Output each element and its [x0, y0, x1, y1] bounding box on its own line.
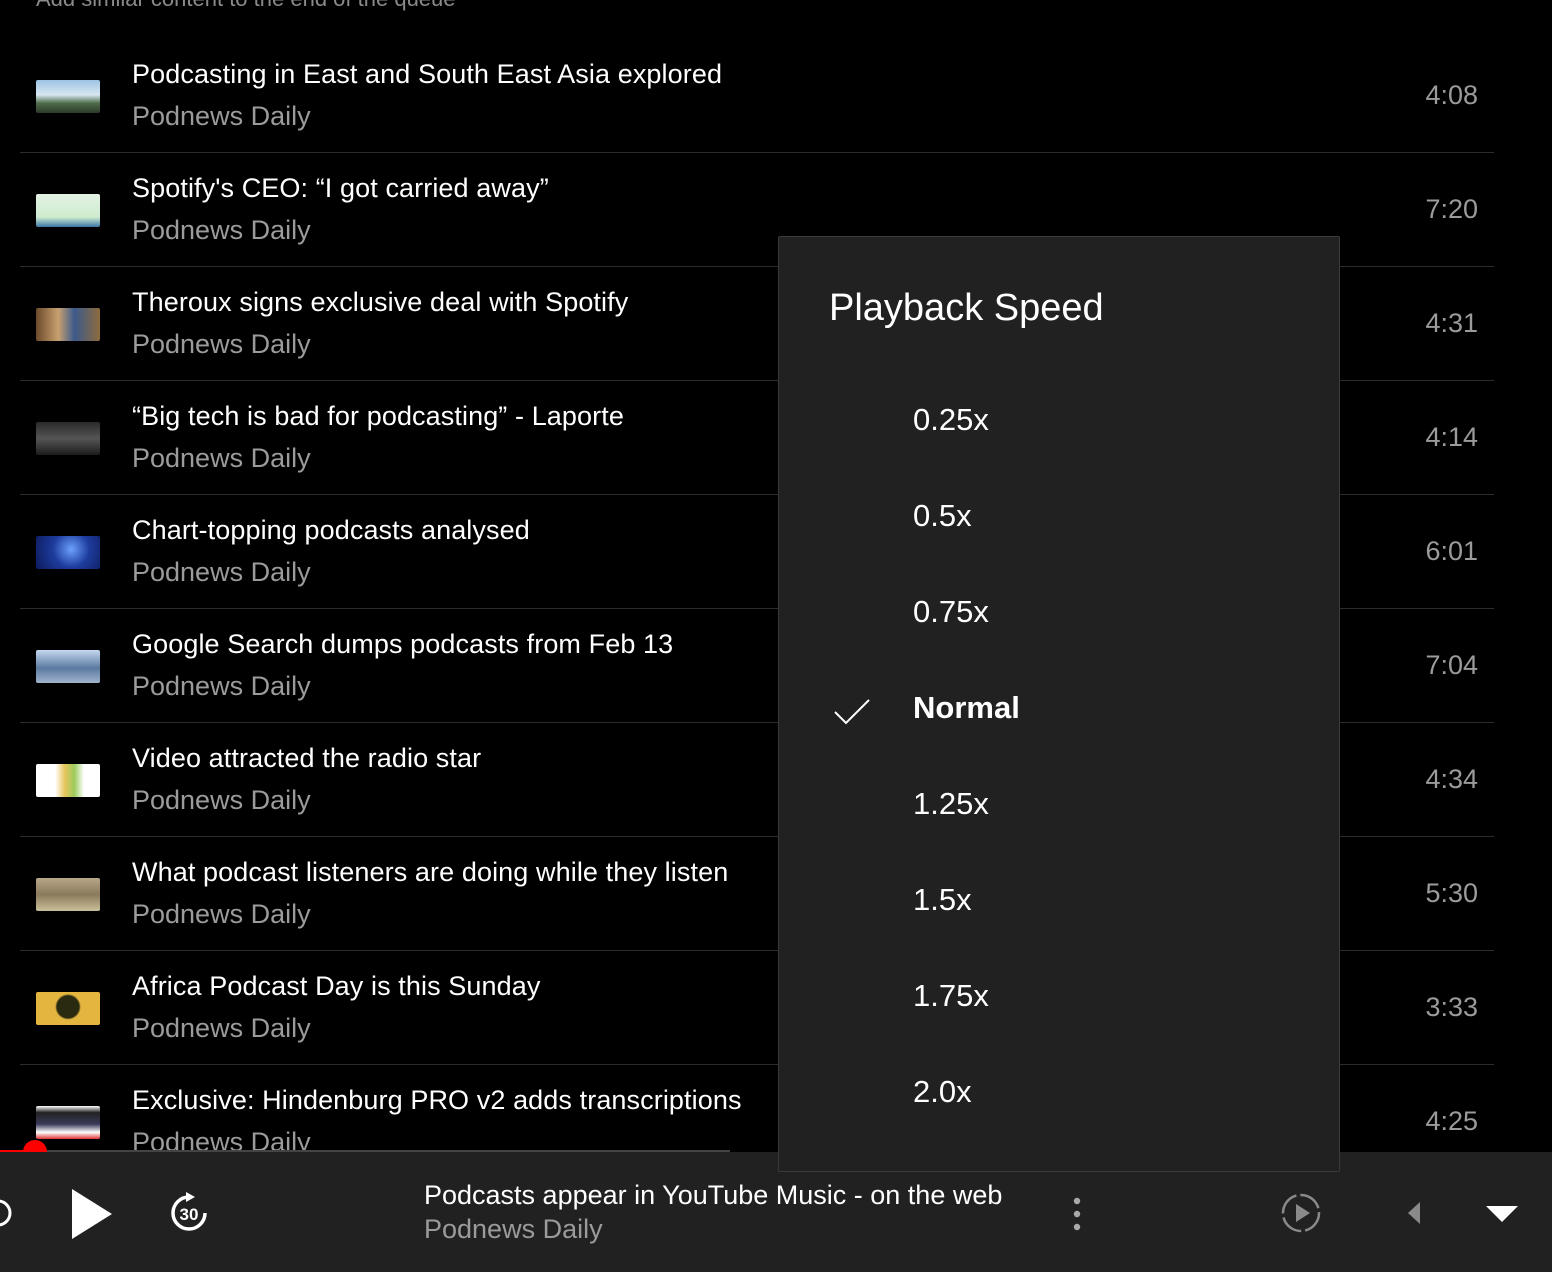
checkmark-icon [833, 698, 871, 731]
playback-speed-menu: Playback Speed 0.25x 0.5x 0.75x Normal 1.25x… [778, 236, 1340, 1172]
episode-duration: 4:08 [1425, 80, 1478, 110]
speed-option[interactable]: 0.5x [779, 468, 1339, 564]
speed-option-label: 0.25x [913, 402, 989, 437]
episode-thumbnail[interactable] [36, 992, 100, 1025]
episode-title[interactable]: Africa Podcast Day is this Sunday [132, 971, 540, 1002]
episode-title[interactable]: Theroux signs exclusive deal with Spotif… [132, 287, 628, 318]
episode-duration: 7:20 [1425, 194, 1478, 224]
episode-artist[interactable]: Podnews Daily [132, 557, 311, 588]
episode-title[interactable]: Chart-topping podcasts analysed [132, 515, 530, 546]
episode-artist[interactable]: Podnews Daily [132, 329, 311, 360]
playback-speed-title: Playback Speed [829, 287, 1104, 329]
now-playing-title[interactable]: Podcasts appear in YouTube Music - on th… [424, 1180, 1002, 1211]
episode-title[interactable]: Google Search dumps podcasts from Feb 13 [132, 629, 673, 660]
episode-title[interactable]: Exclusive: Hindenburg PRO v2 adds transc… [132, 1085, 742, 1116]
episode-artist[interactable]: Podnews Daily [132, 101, 311, 132]
episode-duration: 5:30 [1425, 878, 1478, 908]
prev-icon[interactable] [1406, 1200, 1422, 1231]
collapse-icon[interactable] [1484, 1204, 1520, 1229]
episode-thumbnail[interactable] [36, 536, 100, 569]
speed-option-label: 1.5x [913, 882, 972, 917]
episode-title[interactable]: Podcasting in East and South East Asia e… [132, 59, 722, 90]
queue-row[interactable]: Podcasting in East and South East Asia e… [20, 39, 1494, 153]
speed-option[interactable]: 1.5x [779, 852, 1339, 948]
episode-artist[interactable]: Podnews Daily [132, 215, 311, 246]
episode-thumbnail[interactable] [36, 1106, 100, 1139]
episode-artist[interactable]: Podnews Daily [132, 671, 311, 702]
speed-option[interactable]: 1.75x [779, 948, 1339, 1044]
speed-option[interactable]: 1.25x [779, 756, 1339, 852]
episode-artist[interactable]: Podnews Daily [132, 899, 311, 930]
more-vert-icon[interactable] [1070, 1196, 1084, 1237]
episode-title[interactable]: Video attracted the radio star [132, 743, 481, 774]
speed-option-label: 1.75x [913, 978, 989, 1013]
episode-duration: 4:14 [1425, 422, 1478, 452]
speed-option-label: 1.25x [913, 786, 989, 821]
autoplay-icon[interactable] [1280, 1192, 1322, 1239]
episode-thumbnail[interactable] [36, 764, 100, 797]
episode-duration: 4:31 [1425, 308, 1478, 338]
episode-duration: 3:33 [1425, 992, 1478, 1022]
speed-option-label: Normal [913, 690, 1020, 725]
episode-artist[interactable]: Podnews Daily [132, 785, 311, 816]
forward-30-icon[interactable]: 30 [168, 1192, 210, 1239]
forward-30-label: 30 [180, 1205, 199, 1224]
speed-option-label: 0.75x [913, 594, 989, 629]
replay-icon[interactable] [0, 1197, 16, 1234]
episode-title[interactable]: Spotify's CEO: “I got carried away” [132, 173, 549, 204]
episode-title[interactable]: “Big tech is bad for podcasting” - Lapor… [132, 401, 624, 432]
episode-artist[interactable]: Podnews Daily [132, 443, 311, 474]
episode-duration: 4:34 [1425, 764, 1478, 794]
episode-artist[interactable]: Podnews Daily [132, 1013, 311, 1044]
now-playing-artist[interactable]: Podnews Daily [424, 1214, 603, 1245]
speed-option-label: 2.0x [913, 1074, 972, 1109]
speed-option[interactable]: 2.0x [779, 1044, 1339, 1140]
episode-thumbnail[interactable] [36, 422, 100, 455]
queue-header-text: Add similar content to the end of the qu… [36, 0, 456, 12]
episode-title[interactable]: What podcast listeners are doing while t… [132, 857, 728, 888]
episode-duration: 4:25 [1425, 1106, 1478, 1136]
episode-thumbnail[interactable] [36, 80, 100, 113]
play-icon[interactable] [70, 1187, 114, 1246]
speed-option[interactable]: 0.25x [779, 372, 1339, 468]
episode-thumbnail[interactable] [36, 308, 100, 341]
speed-option[interactable]: Normal [779, 660, 1339, 756]
episode-thumbnail[interactable] [36, 650, 100, 683]
episode-duration: 7:04 [1425, 650, 1478, 680]
episode-thumbnail[interactable] [36, 194, 100, 227]
episode-duration: 6:01 [1425, 536, 1478, 566]
speed-option[interactable]: 0.75x [779, 564, 1339, 660]
episode-thumbnail[interactable] [36, 878, 100, 911]
speed-option-label: 0.5x [913, 498, 972, 533]
